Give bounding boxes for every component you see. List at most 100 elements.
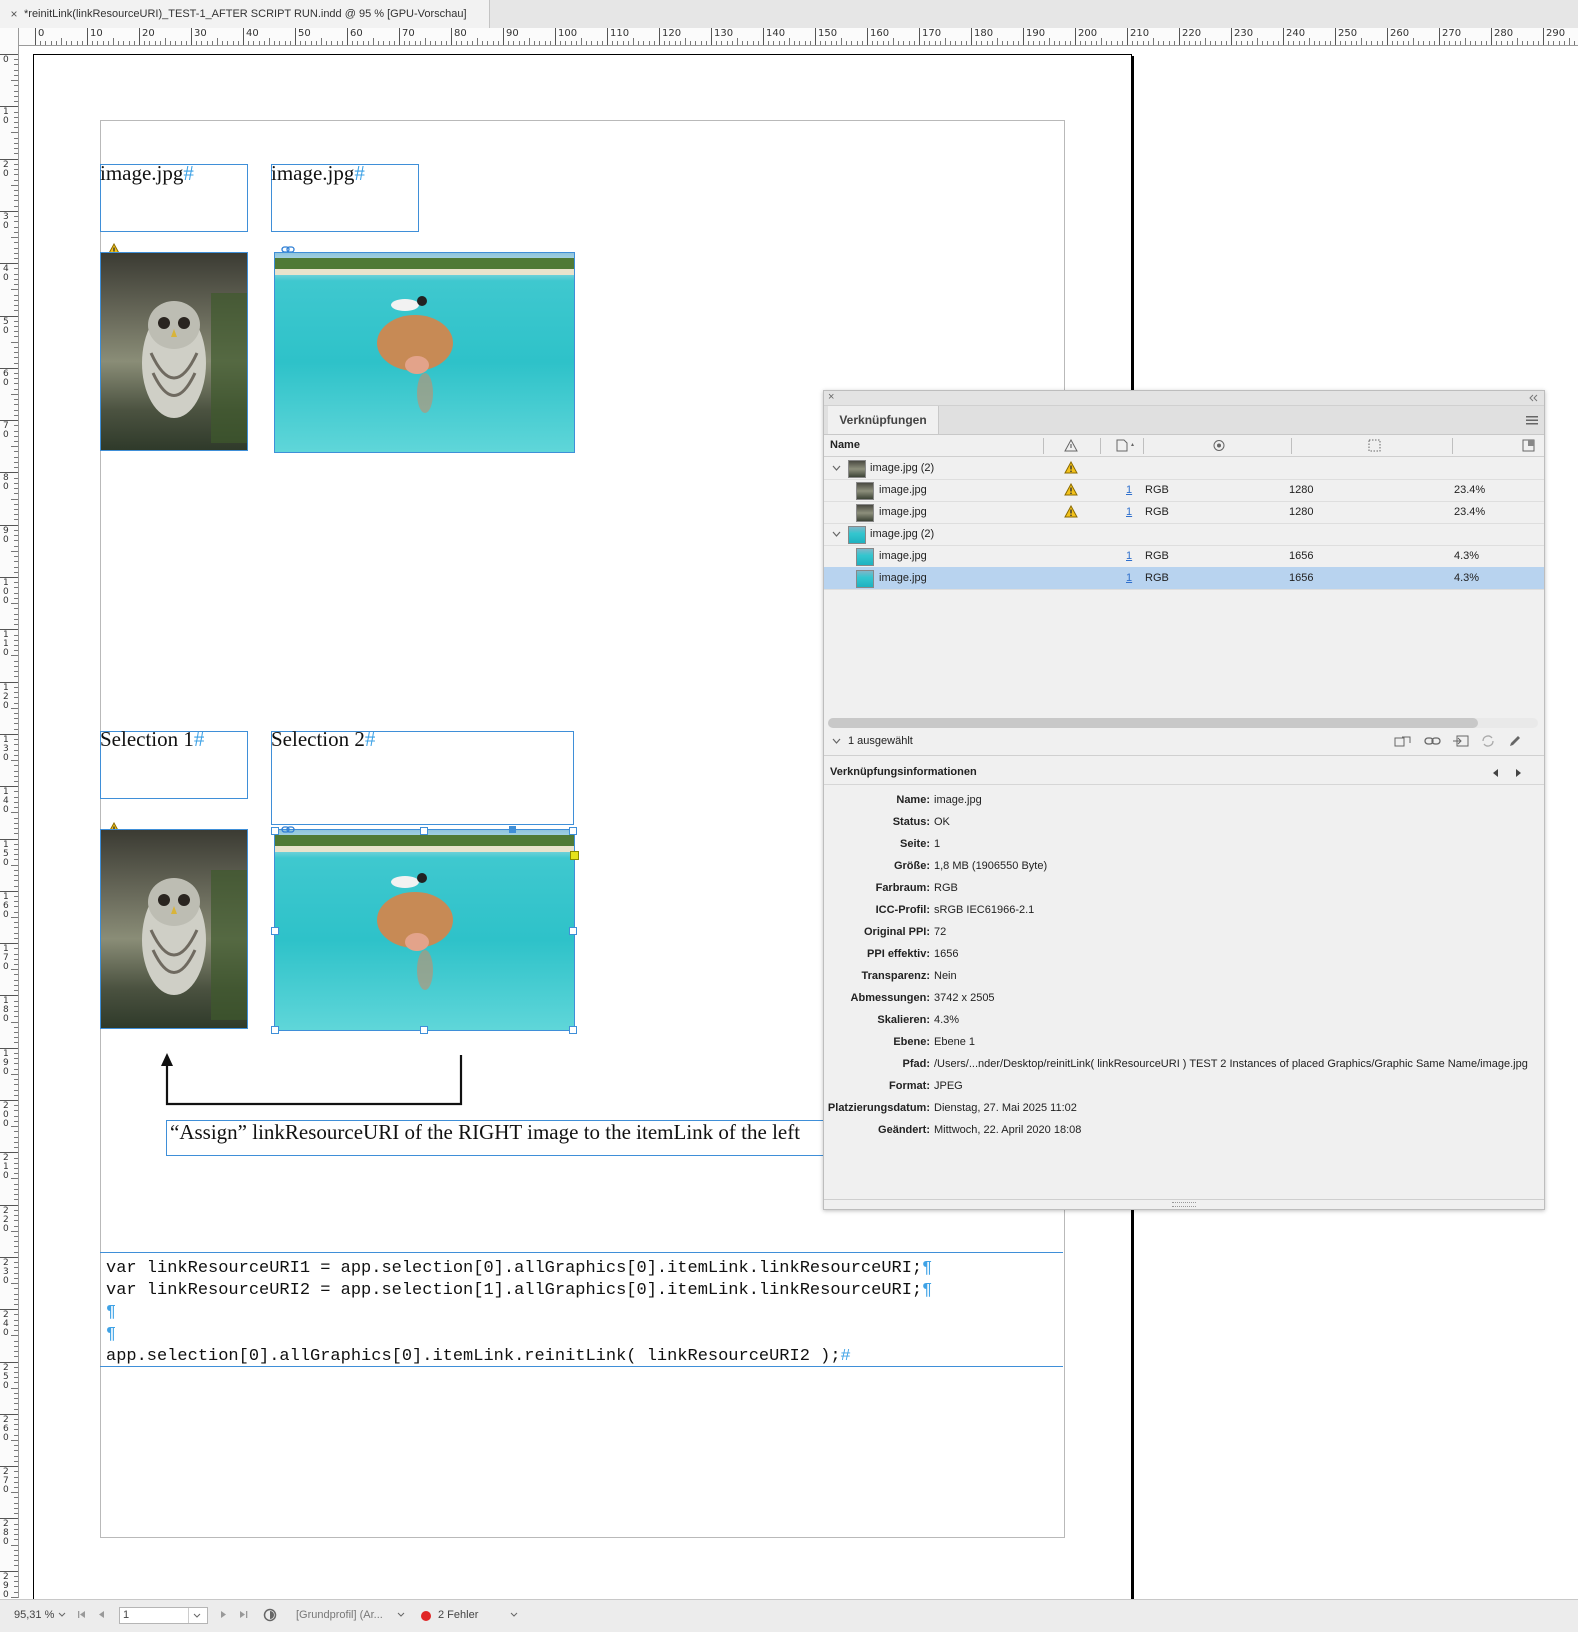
ruler-label: 40 bbox=[3, 264, 9, 284]
ruler-minor-tick bbox=[180, 41, 182, 45]
document-tab[interactable]: × *reinitLink(linkResourceURI)_TEST-1_AF… bbox=[0, 0, 490, 28]
link-page-number[interactable]: 1 bbox=[1126, 545, 1132, 567]
panel-collapse-icon[interactable] bbox=[1528, 394, 1538, 402]
ruler-minor-tick bbox=[716, 41, 718, 45]
ruler-minor-tick bbox=[14, 378, 18, 380]
errors-dropdown-icon[interactable] bbox=[510, 1612, 518, 1618]
owl-image-top[interactable] bbox=[100, 252, 248, 451]
ruler-minor-tick bbox=[14, 1079, 18, 1081]
modified-link-warning-icon[interactable] bbox=[1064, 461, 1078, 474]
ruler-minor-tick bbox=[518, 41, 520, 45]
ruler-minor-tick bbox=[50, 41, 52, 45]
panel-resize-grip[interactable] bbox=[824, 1199, 1544, 1208]
panel-close-icon[interactable]: × bbox=[828, 391, 834, 403]
update-link-icon[interactable] bbox=[1480, 734, 1496, 748]
code-text-frame[interactable]: var linkResourceURI1 = app.selection[0].… bbox=[100, 1252, 1063, 1367]
page-dropdown-icon[interactable] bbox=[193, 1613, 201, 1619]
links-panel[interactable]: × Verknüpfungen Name image.jpg (2) image.… bbox=[823, 390, 1545, 1210]
preflight-error-count[interactable]: 2 Fehler bbox=[438, 1609, 478, 1621]
link-page-number[interactable]: 1 bbox=[1126, 501, 1132, 523]
ruler-minor-tick bbox=[14, 749, 18, 751]
ruler-minor-tick bbox=[14, 226, 18, 228]
panel-menu-icon[interactable] bbox=[1526, 415, 1538, 425]
previous-link-icon[interactable] bbox=[1492, 768, 1500, 778]
link-row[interactable]: image.jpg 1 RGB 1280 23.4% bbox=[824, 479, 1544, 502]
last-page-icon[interactable] bbox=[238, 1610, 248, 1619]
selection-handle[interactable] bbox=[420, 1026, 428, 1034]
link-group-row[interactable]: image.jpg (2) bbox=[824, 523, 1544, 546]
ruler-label: 210 bbox=[1130, 28, 1150, 39]
selection-handle[interactable] bbox=[271, 1026, 279, 1034]
selection-handle[interactable] bbox=[569, 1026, 577, 1034]
go-to-link-icon[interactable] bbox=[1452, 734, 1470, 748]
ppi-column-icon[interactable] bbox=[1368, 439, 1381, 452]
link-group-row[interactable]: image.jpg (2) bbox=[824, 457, 1544, 480]
scale-column-icon[interactable] bbox=[1522, 439, 1535, 452]
corner-option-handle[interactable] bbox=[570, 851, 579, 860]
preflight-profile-icon[interactable] bbox=[263, 1608, 279, 1622]
page-number-field[interactable]: 1 bbox=[119, 1607, 208, 1624]
status-column-icon[interactable] bbox=[1064, 439, 1078, 452]
link-info-title: Verknüpfungsinformationen bbox=[830, 766, 977, 778]
link-row[interactable]: image.jpg 1 RGB 1656 4.3% bbox=[824, 545, 1544, 568]
edit-original-icon[interactable] bbox=[1508, 734, 1522, 748]
chevron-down-icon[interactable] bbox=[832, 531, 841, 537]
preflight-error-icon[interactable] bbox=[421, 1611, 431, 1621]
page-column-icon[interactable] bbox=[1116, 439, 1136, 452]
next-page-icon[interactable] bbox=[219, 1610, 227, 1619]
selection-handle[interactable] bbox=[569, 827, 577, 835]
next-link-icon[interactable] bbox=[1514, 768, 1522, 778]
modified-link-warning-icon[interactable] bbox=[1064, 483, 1078, 496]
content-grabber-handle[interactable] bbox=[509, 826, 516, 833]
link-page-number[interactable]: 1 bbox=[1126, 479, 1132, 501]
selection-handle[interactable] bbox=[271, 927, 279, 935]
ruler-minor-tick bbox=[14, 142, 18, 144]
link-row[interactable]: image.jpg 1 RGB 1656 4.3% bbox=[824, 567, 1544, 590]
pig-sea-image-bottom-selected[interactable] bbox=[274, 829, 575, 1031]
close-tab-icon[interactable]: × bbox=[4, 7, 24, 21]
scrollbar-thumb[interactable] bbox=[828, 718, 1478, 728]
ruler-minor-tick bbox=[14, 1351, 18, 1353]
previous-page-icon[interactable] bbox=[98, 1610, 106, 1619]
ruler-label: 290 bbox=[3, 1571, 9, 1598]
selection-handle[interactable] bbox=[420, 827, 428, 835]
ruler-minor-tick bbox=[14, 739, 18, 741]
preflight-profile[interactable]: [Grundprofil] (Ar... bbox=[296, 1609, 383, 1621]
profile-dropdown-icon[interactable] bbox=[397, 1612, 405, 1618]
tab-links[interactable]: Verknüpfungen bbox=[828, 406, 939, 434]
chevron-down-icon[interactable] bbox=[832, 465, 841, 471]
link-info-row: Abmessungen: 3742 x 2505 bbox=[824, 989, 1544, 1007]
chevron-down-icon[interactable] bbox=[832, 738, 841, 744]
ruler-major-tick bbox=[87, 28, 88, 45]
ruler-minor-tick bbox=[14, 127, 18, 129]
ruler-minor-tick bbox=[1428, 41, 1430, 45]
ruler-minor-tick bbox=[14, 775, 18, 777]
color-space-column-icon[interactable] bbox=[1212, 439, 1226, 452]
column-name[interactable]: Name bbox=[830, 435, 860, 456]
selection-handle[interactable] bbox=[271, 827, 279, 835]
relink-from-cc-icon[interactable] bbox=[1394, 734, 1412, 748]
ruler-minor-tick bbox=[66, 41, 68, 45]
link-page-number[interactable]: 1 bbox=[1126, 567, 1132, 589]
selection-handle[interactable] bbox=[569, 927, 577, 935]
ruler-minor-tick bbox=[227, 41, 229, 45]
pig-sea-image-top[interactable] bbox=[274, 252, 575, 453]
info-label: Ebene: bbox=[893, 1036, 930, 1048]
ruler-minor-tick bbox=[674, 41, 676, 45]
ruler-minor-tick bbox=[14, 634, 18, 636]
ruler-label: 260 bbox=[3, 1414, 9, 1443]
ruler-minor-tick bbox=[14, 1565, 18, 1567]
owl-image-bottom[interactable] bbox=[100, 829, 248, 1029]
zoom-dropdown-icon[interactable] bbox=[58, 1612, 66, 1618]
link-chain-icon-bottom[interactable] bbox=[281, 826, 295, 834]
relink-icon[interactable] bbox=[1424, 734, 1442, 748]
zoom-level[interactable]: 95,31 % bbox=[14, 1609, 54, 1621]
modified-link-warning-icon[interactable] bbox=[1064, 505, 1078, 518]
link-row[interactable]: image.jpg 1 RGB 1280 23.4% bbox=[824, 501, 1544, 524]
links-horizontal-scrollbar[interactable] bbox=[828, 718, 1538, 728]
ruler-major-tick bbox=[399, 28, 400, 45]
vertical-ruler[interactable]: 0 10 20 30 40 50 60 70 80 90 100 110 120 130 140 150 160… bbox=[0, 28, 19, 1598]
first-page-icon[interactable] bbox=[77, 1610, 87, 1619]
horizontal-ruler[interactable]: 0 10 20 30 40 50 60 70 80 90 100 110 120 130 140 150 160… bbox=[19, 28, 1578, 46]
ruler-minor-tick bbox=[14, 556, 18, 558]
